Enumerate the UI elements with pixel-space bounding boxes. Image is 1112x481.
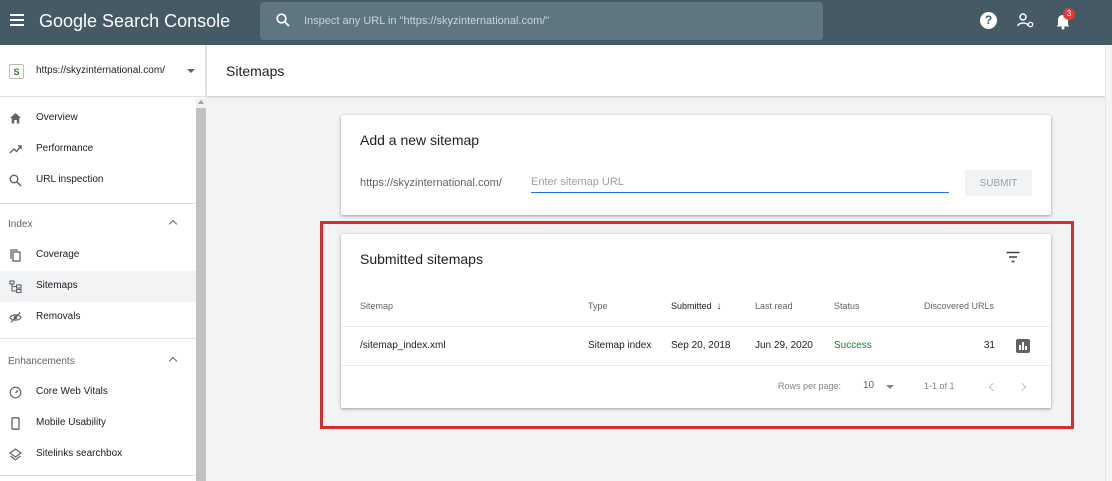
sidebar-item-label: Coverage [36,249,80,260]
menu-icon[interactable] [10,14,24,26]
app-title: Google Search Console [39,11,231,31]
sidebar-divider [0,475,196,476]
sidebar-divider [0,338,196,339]
top-app-bar: Google Search Console ? 3 [0,0,1112,45]
column-header-submitted[interactable]: Submitted ↓ [671,301,722,312]
column-header-last-read[interactable]: Last read [755,301,793,311]
sidebar-item-performance[interactable]: Performance [0,134,196,165]
main-scrollbar[interactable] [1105,45,1112,481]
add-sitemap-card: Add a new sitemap https://skyzinternatio… [341,115,1051,215]
section-index-toggle[interactable]: Index [0,209,196,240]
caret-down-icon[interactable] [886,385,894,389]
home-icon [10,113,21,124]
caret-down-icon [187,69,195,73]
sidebar-item-label: Core Web Vitals [36,386,108,397]
column-header-discovered-urls[interactable]: Discovered URLs [924,301,994,311]
sidebar-item-sitelinks-searchbox[interactable]: Sitelinks searchbox [0,439,196,470]
cell-submitted: Sep 20, 2018 [671,340,731,351]
url-inspection-search[interactable] [260,2,823,40]
trending-up-icon [9,145,22,154]
property-selector[interactable]: S https://skyzinternational.com/ [0,45,206,97]
help-icon[interactable]: ? [980,12,997,29]
cell-last-read: Jun 29, 2020 [755,340,813,351]
submitted-sitemaps-card: Submitted sitemaps Sitemap Type Submitte… [341,234,1051,408]
layers-icon [9,448,22,461]
chevron-up-icon [168,219,178,229]
cell-sitemap[interactable]: /sitemap_index.xml [360,340,446,351]
notification-badge: 3 [1063,8,1075,20]
rows-per-page-label: Rows per page: [778,381,842,391]
column-header-label: Submitted [671,301,712,311]
copy-icon [10,249,21,262]
column-header-status[interactable]: Status [834,301,860,311]
sitemap-url-prefix: https://skyzinternational.com/ [360,177,502,189]
property-url: https://skyzinternational.com/ [36,65,165,76]
sidebar-scrollbar[interactable] [196,98,206,481]
sitemap-icon [9,280,22,293]
sidebar-item-label: Overview [36,112,78,123]
sidebar-scrollbar-thumb[interactable] [196,108,206,481]
section-label: Enhancements [8,356,75,367]
arrow-down-icon: ↓ [716,301,722,312]
sidebar-item-mobile-usability[interactable]: Mobile Usability [0,408,196,439]
sidebar-item-sitemaps[interactable]: Sitemaps [0,271,196,302]
sidebar-item-label: Removals [36,311,81,322]
add-sitemap-title: Add a new sitemap [360,132,480,148]
page-title: Sitemaps [226,63,285,79]
next-page-icon[interactable] [1017,381,1030,393]
property-logo-icon: S [9,64,24,79]
sidebar: S https://skyzinternational.com/ Overvie… [0,45,206,481]
chevron-up-icon [168,356,178,366]
column-header-type[interactable]: Type [588,301,608,311]
previous-page-icon[interactable] [986,381,998,393]
sidebar-item-label: Sitelinks searchbox [36,448,123,459]
gauge-icon [9,386,22,399]
section-enhancements-toggle[interactable]: Enhancements [0,346,196,377]
sidebar-item-label: URL inspection [36,174,104,185]
search-icon [9,174,22,187]
sidebar-item-label: Sitemaps [36,280,78,291]
bar-chart-icon[interactable] [1016,339,1030,353]
sidebar-item-coverage[interactable]: Coverage [0,240,196,271]
submit-button[interactable]: SUBMIT [965,170,1032,196]
sidebar-item-url-inspection[interactable]: URL inspection [0,165,196,196]
sidebar-item-core-web-vitals[interactable]: Core Web Vitals [0,377,196,408]
section-label: Index [8,219,33,230]
sidebar-item-label: Performance [36,143,94,154]
page-header: Sitemaps [207,45,1105,96]
table-divider [341,326,1051,327]
sidebar-item-label: Mobile Usability [36,417,107,428]
phone-icon [11,417,20,430]
sidebar-item-removals[interactable]: Removals [0,302,196,333]
search-input[interactable] [304,11,804,31]
sidebar-divider [0,203,196,204]
filter-icon[interactable] [1006,251,1020,263]
cell-discovered-urls: 31 [983,340,995,351]
scroll-up-arrow-icon[interactable] [198,100,204,104]
cell-type: Sitemap index [588,340,652,351]
user-settings-icon[interactable] [1017,12,1035,30]
cell-status: Success [834,340,872,351]
table-divider [341,365,1051,366]
submitted-sitemaps-title: Submitted sitemaps [360,251,483,267]
eye-off-icon [9,312,22,323]
column-header-sitemap[interactable]: Sitemap [360,301,393,311]
pagination-range: 1-1 of 1 [924,381,955,391]
sidebar-item-overview[interactable]: Overview [0,103,196,134]
sitemap-url-input[interactable] [531,172,949,193]
search-icon [276,13,290,27]
rows-per-page-select[interactable]: 10 [863,380,874,391]
